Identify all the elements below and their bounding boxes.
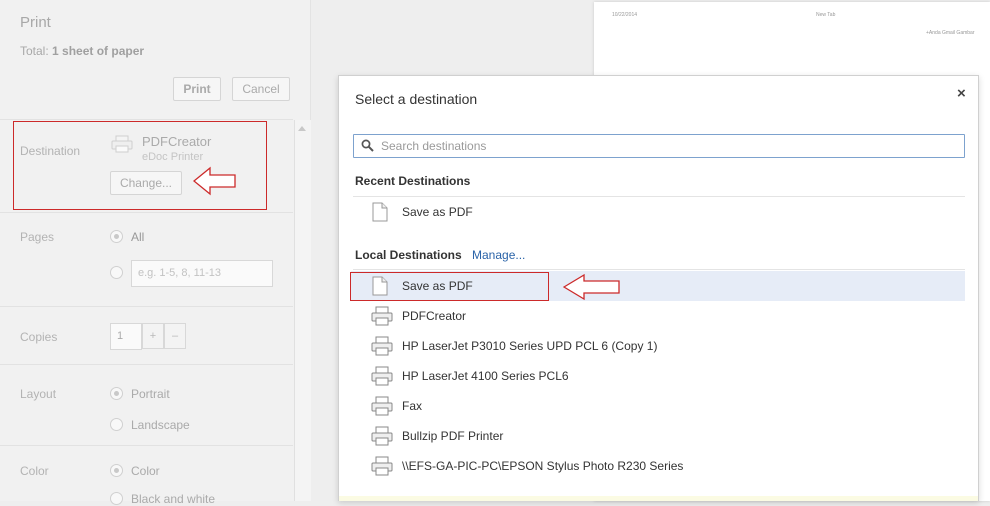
destination-label: PDFCreator: [402, 309, 467, 323]
local-destination-row-pdfcreator[interactable]: PDFCreator: [351, 301, 965, 331]
color-color-radio[interactable]: [110, 464, 123, 477]
divider: [0, 212, 293, 213]
layout-label: Layout: [20, 387, 57, 401]
pages-label: Pages: [20, 230, 55, 244]
preview-date: 10/22/2014: [612, 12, 638, 18]
pages-range-radio[interactable]: [110, 266, 123, 279]
destination-label: HP LaserJet 4100 Series PCL6: [402, 369, 569, 383]
divider: [0, 119, 293, 120]
color-color-label: Color: [131, 464, 160, 478]
close-icon[interactable]: ×: [957, 85, 966, 102]
destination-label: Fax: [402, 399, 423, 413]
document-icon: [372, 202, 388, 222]
layout-portrait-radio[interactable]: [110, 387, 123, 400]
printer-icon: [371, 306, 393, 326]
preview-tab-title: New Tab: [816, 12, 836, 18]
total-summary: Total: 1 sheet of paper: [20, 44, 144, 58]
annotation-arrow-icon: [193, 166, 236, 196]
pages-all-label: All: [131, 230, 145, 244]
layout-portrait-label: Portrait: [131, 387, 170, 401]
recent-destination-row[interactable]: Save as PDF: [351, 197, 965, 227]
layout-landscape-label: Landscape: [131, 418, 190, 432]
total-prefix: Total:: [20, 44, 49, 58]
print-settings-panel: Print Total: 1 sheet of paper Print Canc…: [0, 0, 311, 506]
copies-label: Copies: [20, 330, 58, 344]
local-destination-row-fax[interactable]: Fax: [351, 391, 965, 421]
color-bw-label: Black and white: [131, 492, 216, 506]
copies-increment-button[interactable]: +: [142, 323, 164, 349]
recent-destinations-heading: Recent Destinations: [355, 174, 471, 188]
copies-decrement-button[interactable]: –: [164, 323, 186, 349]
annotation-arrow-icon: [563, 273, 620, 301]
layout-landscape-radio[interactable]: [110, 418, 123, 431]
printer-icon: [371, 396, 393, 416]
printer-icon: [371, 366, 393, 386]
pages-range-input[interactable]: e.g. 1-5, 8, 11-13: [131, 260, 273, 287]
destination-label: HP LaserJet P3010 Series UPD PCL 6 (Copy…: [402, 339, 658, 353]
destination-label: Save as PDF: [402, 205, 473, 219]
local-destinations-heading: Local Destinations: [355, 248, 462, 262]
local-destination-row-epson[interactable]: \\EFS-GA-PIC-PC\EPSON Stylus Photo R230 …: [351, 451, 965, 481]
panel-title: Print: [20, 14, 51, 31]
divider: [0, 364, 293, 365]
local-destination-row-hp-p3010[interactable]: HP LaserJet P3010 Series UPD PCL 6 (Copy…: [351, 331, 965, 361]
scroll-up-icon[interactable]: [298, 126, 306, 131]
cancel-button[interactable]: Cancel: [232, 77, 290, 101]
search-placeholder: Search destinations: [381, 139, 487, 153]
dialog-footer-strip: [339, 496, 978, 501]
pages-all-radio[interactable]: [110, 230, 123, 243]
divider: [0, 445, 293, 446]
printer-icon: [371, 456, 393, 476]
printer-icon: [371, 336, 393, 356]
color-label: Color: [20, 464, 49, 478]
copies-input[interactable]: 1: [110, 323, 142, 350]
divider: [0, 306, 293, 307]
search-input[interactable]: Search destinations: [353, 134, 965, 158]
print-button[interactable]: Print: [173, 77, 221, 101]
destination-label: Bullzip PDF Printer: [402, 429, 504, 443]
annotation-highlight-box: [350, 272, 549, 301]
manage-link[interactable]: Manage...: [472, 248, 525, 262]
local-destination-row-bullzip[interactable]: Bullzip PDF Printer: [351, 421, 965, 451]
color-bw-radio[interactable]: [110, 492, 123, 505]
preview-links: +Anda Gmail Gambar: [926, 30, 975, 36]
destination-label: \\EFS-GA-PIC-PC\EPSON Stylus Photo R230 …: [402, 459, 684, 473]
settings-scrollbar[interactable]: [294, 120, 311, 501]
dialog-title: Select a destination: [355, 91, 478, 107]
local-destination-row-hp-4100[interactable]: HP LaserJet 4100 Series PCL6: [351, 361, 965, 391]
divider: [353, 269, 965, 270]
total-value: 1 sheet of paper: [52, 44, 145, 58]
printer-icon: [371, 426, 393, 446]
search-icon: [361, 139, 374, 152]
